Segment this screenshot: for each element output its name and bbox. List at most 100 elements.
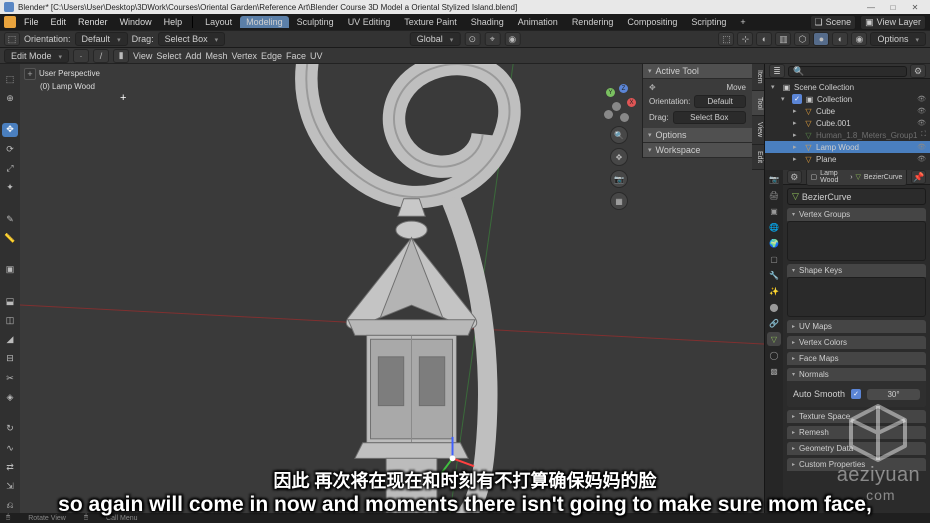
outliner-filter-icon[interactable]: ⚙ xyxy=(910,64,926,78)
view-menu[interactable]: View xyxy=(133,51,152,61)
ptab-modifiers[interactable]: 🔧 xyxy=(767,268,781,282)
ptab-constraints[interactable]: 🔗 xyxy=(767,316,781,330)
section-header[interactable]: Custom Properties xyxy=(787,458,926,471)
tool-rotate[interactable]: ⟳ xyxy=(2,142,18,156)
editor-type-icon[interactable]: ⬚ xyxy=(4,32,20,46)
tool-move[interactable]: ✥ xyxy=(2,123,18,137)
menu-window[interactable]: Window xyxy=(116,17,156,27)
tool-extrude[interactable]: ⬓ xyxy=(2,294,18,308)
section-header[interactable]: Remesh xyxy=(787,426,926,439)
tab-add[interactable]: + xyxy=(734,16,751,28)
tool-spin[interactable]: ↻ xyxy=(2,422,18,436)
options-dropdown[interactable]: Options xyxy=(870,32,926,46)
ptab-output[interactable]: 🖨 xyxy=(767,188,781,202)
overlay-icon[interactable]: ◐ xyxy=(756,32,772,46)
mesh-name-field[interactable]: ▽ BezierCurve xyxy=(787,188,926,205)
edge-menu[interactable]: Edge xyxy=(261,51,282,61)
eye-icon[interactable]: 👁 xyxy=(917,95,926,103)
menu-file[interactable]: File xyxy=(20,17,43,27)
tool-polybuild[interactable]: ◈ xyxy=(2,390,18,404)
gizmo-icon[interactable]: ⊹ xyxy=(737,32,753,46)
ntab-item[interactable]: Item xyxy=(752,64,764,91)
vertex-menu[interactable]: Vertex xyxy=(231,51,257,61)
drag-dropdown[interactable]: Select Box xyxy=(158,32,226,46)
ptab-object[interactable]: ▢ xyxy=(767,252,781,266)
auto-smooth-checkbox[interactable] xyxy=(851,389,861,399)
camera-button[interactable]: 📷 xyxy=(610,170,628,188)
outliner-search[interactable]: 🔍 xyxy=(788,66,907,77)
tab-compositing[interactable]: Compositing xyxy=(621,16,683,28)
tab-modeling[interactable]: Modeling xyxy=(240,16,289,28)
breadcrumb[interactable]: ▢Lamp Wood›▽BezierCurve xyxy=(806,170,908,186)
tab-texture-paint[interactable]: Texture Paint xyxy=(398,16,463,28)
tool-shrink[interactable]: ⇲ xyxy=(2,479,18,493)
menu-edit[interactable]: Edit xyxy=(47,17,71,27)
tool-rip[interactable]: ⎌ xyxy=(2,499,18,513)
pivot-icon[interactable]: ⊙ xyxy=(464,32,480,46)
tab-shading[interactable]: Shading xyxy=(465,16,510,28)
shading-solid-icon[interactable]: ● xyxy=(813,32,829,46)
outliner-row[interactable]: ▾▣Collection👁 xyxy=(765,93,930,105)
view-layer-field[interactable]: ▣ View Layer xyxy=(860,15,926,30)
mesh-visibility-icon[interactable]: ⬚ xyxy=(718,32,734,46)
section-header[interactable]: Normals xyxy=(787,368,926,381)
pan-button[interactable]: ✥ xyxy=(610,148,628,166)
tool-add-cube[interactable]: ▣ xyxy=(2,263,18,277)
tool-annotate[interactable]: ✎ xyxy=(2,212,18,226)
snap-icon[interactable]: ⌖ xyxy=(484,32,500,46)
npanel-options-header[interactable]: Options xyxy=(643,128,752,143)
section-header[interactable]: Texture Space xyxy=(787,410,926,423)
outliner-row[interactable]: ▸▽Lamp Wood👁 xyxy=(765,141,930,153)
shading-rendered-icon[interactable]: ◉ xyxy=(851,32,867,46)
mesh-menu[interactable]: Mesh xyxy=(205,51,227,61)
mode-dropdown[interactable]: Edit Mode xyxy=(4,49,69,63)
ptab-scene[interactable]: 🌐 xyxy=(767,220,781,234)
face-menu[interactable]: Face xyxy=(286,51,306,61)
shading-material-icon[interactable]: ◐ xyxy=(832,32,848,46)
tool-bevel[interactable]: ◢ xyxy=(2,332,18,346)
menu-render[interactable]: Render xyxy=(74,17,112,27)
tab-scripting[interactable]: Scripting xyxy=(685,16,732,28)
auto-smooth-angle-field[interactable]: 30° xyxy=(867,389,920,400)
tool-cursor[interactable]: ⊕ xyxy=(2,91,18,105)
ntab-view[interactable]: View xyxy=(752,116,764,144)
eye-icon[interactable]: 👁 xyxy=(917,119,926,127)
npanel-active-tool-header[interactable]: Active Tool xyxy=(643,64,752,79)
outliner-row[interactable]: ▸▽Human_1.8_Meters_Group1⛶ xyxy=(765,129,930,141)
select-menu[interactable]: Select xyxy=(156,51,181,61)
tool-inset[interactable]: ◫ xyxy=(2,313,18,327)
outliner-row[interactable]: ▸▽Cube.001👁 xyxy=(765,117,930,129)
tool-slide[interactable]: ⇄ xyxy=(2,460,18,474)
section-header[interactable]: Face Maps xyxy=(787,352,926,365)
tab-layout[interactable]: Layout xyxy=(199,16,238,28)
eye-icon[interactable]: 👁 xyxy=(917,107,926,115)
viewport-3d[interactable]: + User Perspective (0) Lamp Wood + Activ… xyxy=(20,64,764,513)
ptab-render[interactable]: 📷 xyxy=(767,172,781,186)
add-menu[interactable]: Add xyxy=(185,51,201,61)
pin-icon[interactable]: 📌 xyxy=(911,170,926,184)
shading-wireframe-icon[interactable]: ⬡ xyxy=(794,32,810,46)
npanel-drag-dropdown[interactable]: Select Box xyxy=(673,111,746,124)
outliner-tree[interactable]: ▾▣Scene Collection ▾▣Collection👁 ▸▽Cube👁… xyxy=(765,79,930,170)
tool-scale[interactable]: ⤢ xyxy=(2,161,18,175)
outliner-row[interactable]: ▾▣Scene Collection xyxy=(765,81,930,93)
vert-select-icon[interactable]: · xyxy=(73,49,89,63)
ptab-view-layer[interactable]: ▣ xyxy=(767,204,781,218)
eye-hidden-icon[interactable]: ⛶ xyxy=(921,131,926,139)
outliner-search-input[interactable] xyxy=(807,66,902,77)
maximize-button[interactable]: □ xyxy=(882,3,904,12)
tab-rendering[interactable]: Rendering xyxy=(566,16,620,28)
tab-uv-editing[interactable]: UV Editing xyxy=(342,16,397,28)
tab-animation[interactable]: Animation xyxy=(512,16,564,28)
ntab-edit[interactable]: Edit xyxy=(752,145,764,170)
npanel-workspace-header[interactable]: Workspace xyxy=(643,143,752,158)
nav-gizmo[interactable]: X Y Z xyxy=(602,88,636,122)
viewport-expand-button[interactable]: + xyxy=(24,68,36,80)
properties-editor-icon[interactable]: ⚙ xyxy=(787,170,802,184)
tool-smooth[interactable]: ∿ xyxy=(2,441,18,455)
npanel-orientation-dropdown[interactable]: Default xyxy=(694,95,746,108)
section-header[interactable]: Shape Keys xyxy=(787,264,926,277)
ptab-data[interactable]: ▽ xyxy=(767,332,781,346)
tab-sculpting[interactable]: Sculpting xyxy=(291,16,340,28)
minimize-button[interactable]: — xyxy=(860,3,882,12)
